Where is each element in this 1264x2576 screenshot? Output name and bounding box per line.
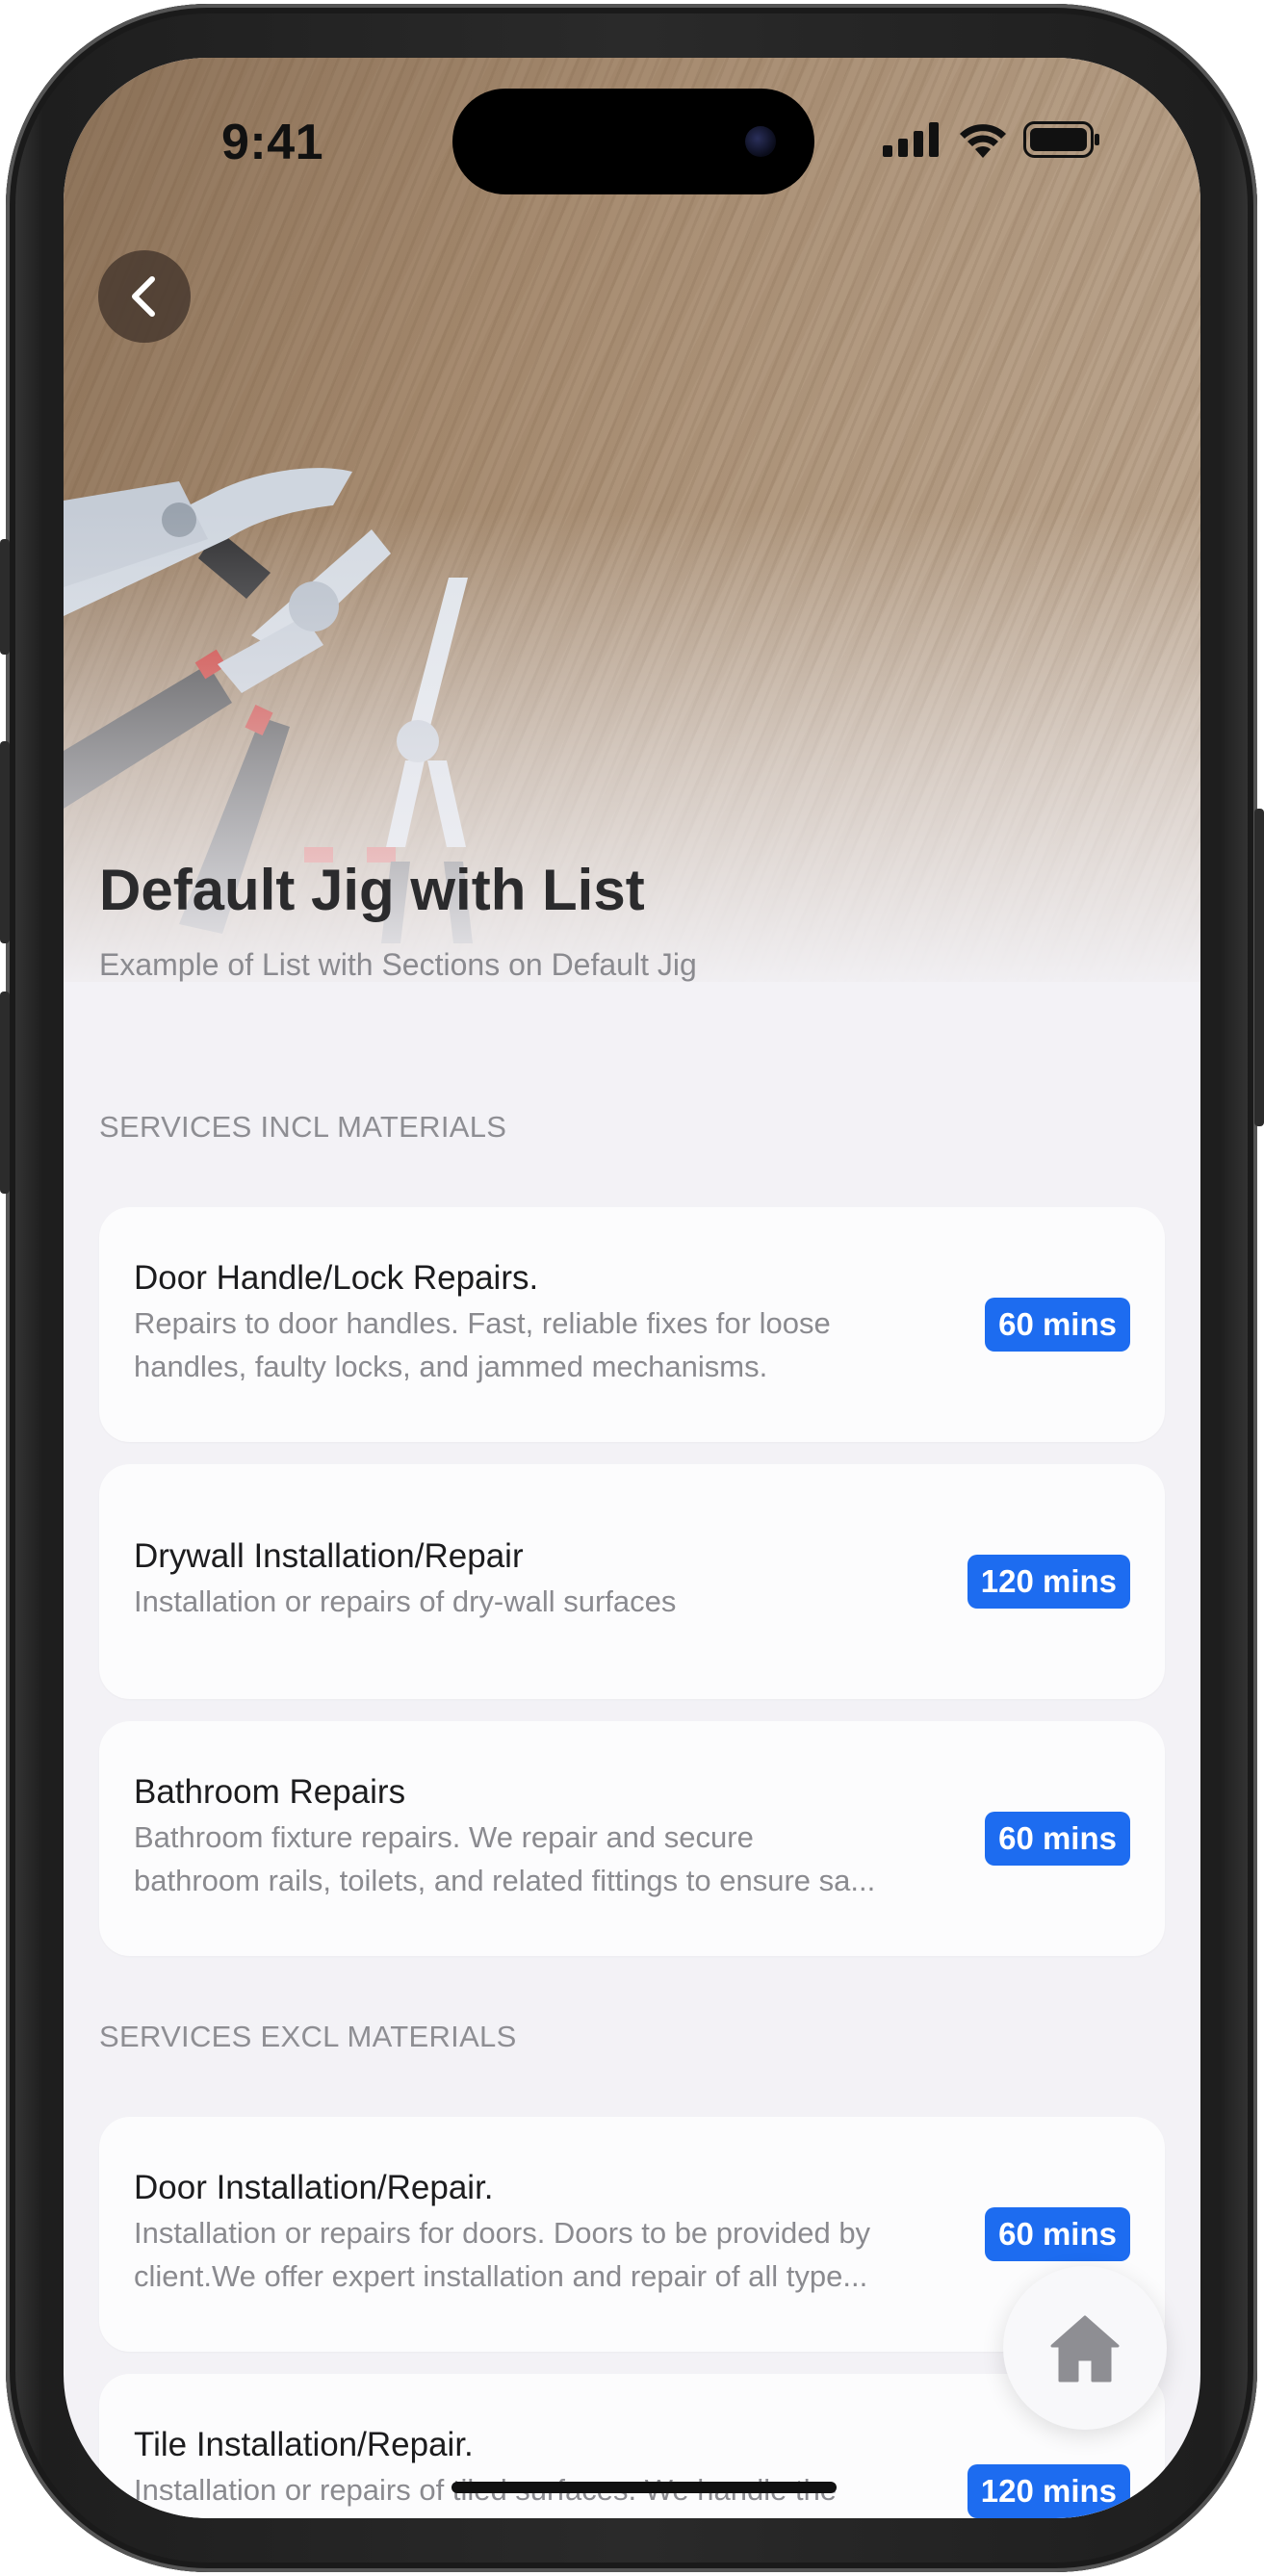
- item-title: Tile Installation/Repair.: [134, 2426, 474, 2463]
- volume-up-button: [0, 741, 10, 943]
- section-header-incl-materials: SERVICES INCL MATERIALS: [99, 1110, 507, 1144]
- list-item-drywall[interactable]: Drywall Installation/Repair Installation…: [99, 1464, 1165, 1699]
- list-item-door-installation[interactable]: Door Installation/Repair. Installation o…: [99, 2117, 1165, 2352]
- status-time: 9:41: [221, 115, 324, 170]
- volume-down-button: [0, 992, 10, 1194]
- list-item-door-handle[interactable]: Door Handle/Lock Repairs. Repairs to doo…: [99, 1207, 1165, 1442]
- back-button[interactable]: [98, 250, 191, 343]
- page-subtitle: Example of List with Sections on Default…: [99, 947, 697, 982]
- duration-badge: 60 mins: [985, 1298, 1130, 1352]
- item-description: Installation or repairs for doors. Doors…: [134, 2216, 871, 2293]
- list-item-bathroom[interactable]: Bathroom Repairs Bathroom fixture repair…: [99, 1721, 1165, 1956]
- item-description: Bathroom fixture repairs. We repair and …: [134, 1820, 876, 1897]
- power-button: [1254, 809, 1264, 1126]
- camera-icon: [745, 126, 776, 157]
- item-title: Bathroom Repairs: [134, 1773, 406, 1811]
- home-indicator[interactable]: [451, 2482, 837, 2493]
- chevron-left-icon: [132, 276, 155, 317]
- home-icon: [1050, 2315, 1120, 2383]
- list-item-tile-installation[interactable]: Tile Installation/Repair. Installation o…: [99, 2374, 1165, 2518]
- screen: 9:41 Default Jig with List Example of Li…: [64, 58, 1200, 2518]
- battery-icon: [1023, 121, 1099, 158]
- duration-badge: 60 mins: [985, 1812, 1130, 1866]
- item-description: Installation or repairs of dry-wall surf…: [134, 1584, 677, 1618]
- item-description: Repairs to door handles. Fast, reliable …: [134, 1306, 831, 1383]
- page-title: Default Jig with List: [99, 858, 645, 922]
- home-button[interactable]: [1003, 2266, 1167, 2430]
- duration-badge: 120 mins: [967, 1555, 1130, 1609]
- section-header-excl-materials: SERVICES EXCL MATERIALS: [99, 2020, 517, 2053]
- duration-badge: 120 mins: [967, 2464, 1130, 2518]
- item-title: Door Handle/Lock Repairs.: [134, 1259, 539, 1297]
- item-title: Door Installation/Repair.: [134, 2169, 494, 2206]
- signal-icon: [883, 122, 939, 157]
- status-icons: [883, 121, 1100, 158]
- dynamic-island: [452, 89, 814, 194]
- item-title: Drywall Installation/Repair: [134, 1537, 524, 1575]
- action-button: [0, 539, 10, 655]
- duration-badge: 60 mins: [985, 2207, 1130, 2261]
- wifi-icon: [960, 124, 1006, 158]
